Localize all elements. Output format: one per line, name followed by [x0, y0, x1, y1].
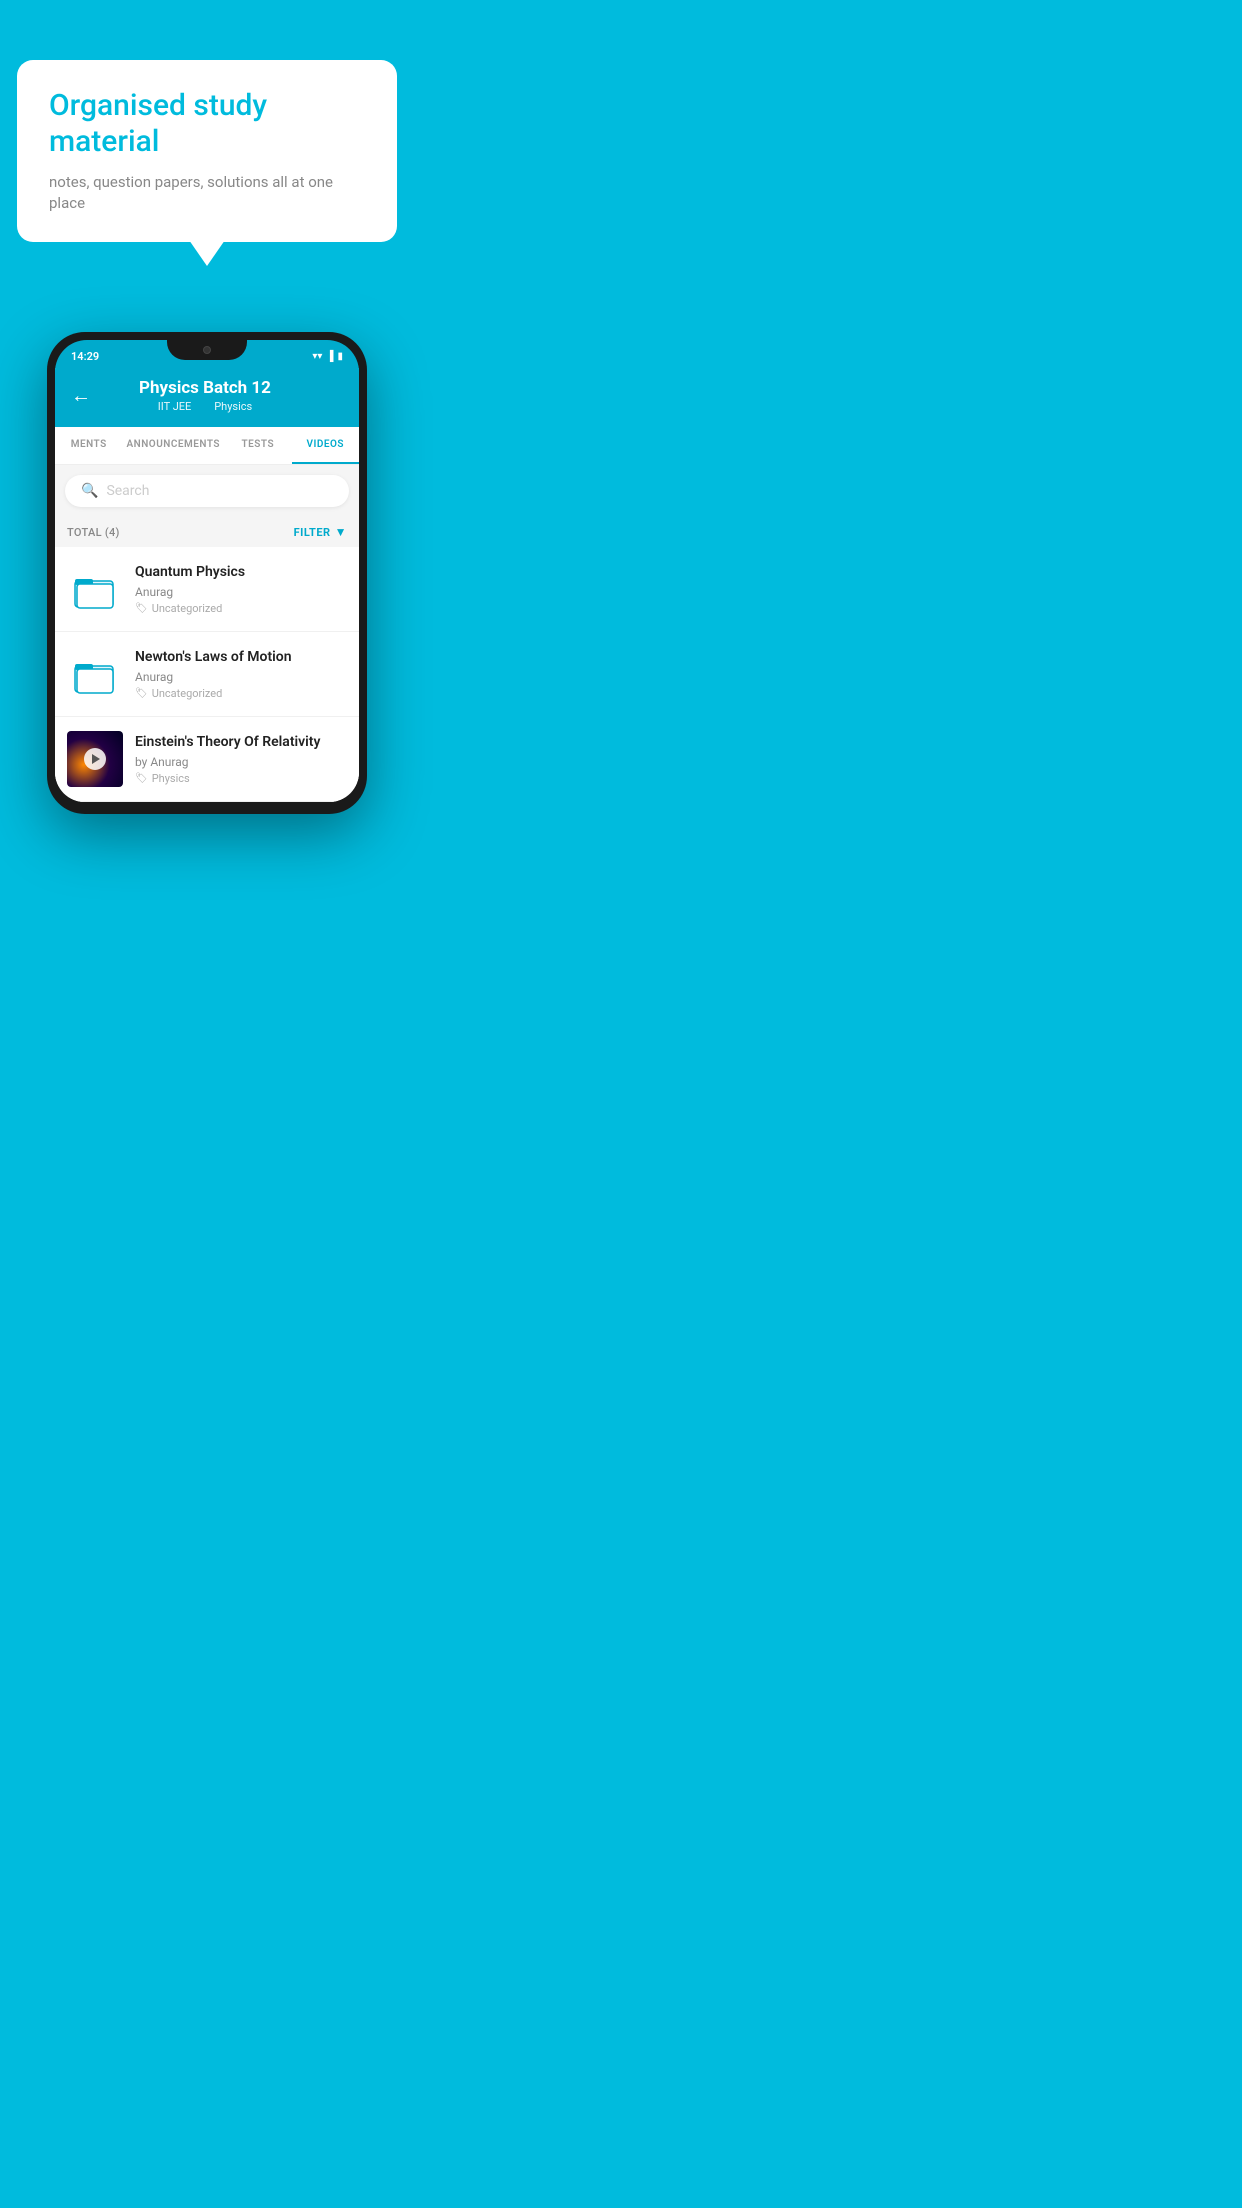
video-list: Quantum Physics Anurag 🏷 Uncategorized [55, 547, 359, 802]
filter-button[interactable]: FILTER ▼ [294, 525, 347, 539]
tag-label-3: Physics [152, 772, 190, 785]
tab-tests[interactable]: TESTS [224, 427, 291, 464]
tag-label-1: Uncategorized [152, 602, 223, 615]
phone-top: 14:29 ▾▾ ▐ ▮ ← Physics Batch 12 IIT JEE … [55, 340, 359, 465]
app-header: ← Physics Batch 12 IIT JEE Physics [55, 368, 359, 427]
status-icons: ▾▾ ▐ ▮ [312, 351, 343, 362]
tag-icon-2: 🏷 [135, 688, 148, 699]
tab-announcements[interactable]: ANNOUNCEMENTS [122, 427, 224, 464]
header-title: Physics Batch 12 [91, 378, 319, 398]
camera-dot [203, 346, 211, 354]
back-button[interactable]: ← [71, 383, 91, 408]
status-bar: 14:29 ▾▾ ▐ ▮ [55, 340, 359, 368]
video-tag-1: 🏷 Uncategorized [135, 602, 347, 615]
app-content: 🔍 Search TOTAL (4) FILTER ▼ [55, 465, 359, 802]
video-tag-2: 🏷 Uncategorized [135, 687, 347, 700]
bubble-subtitle: notes, question papers, solutions all at… [49, 172, 365, 214]
play-triangle-icon [92, 754, 100, 764]
signal-icon: ▐ [326, 351, 333, 362]
video-info-1: Quantum Physics Anurag 🏷 Uncategorized [135, 563, 347, 614]
header-subtitle: IIT JEE Physics [91, 400, 319, 413]
header-center: Physics Batch 12 IIT JEE Physics [91, 378, 319, 413]
notch [167, 340, 247, 360]
folder-thumb-1 [67, 561, 123, 617]
list-item[interactable]: Einstein's Theory Of Relativity by Anura… [55, 717, 359, 802]
battery-icon: ▮ [337, 351, 343, 362]
play-button-3[interactable] [84, 748, 106, 770]
search-input-placeholder: Search [106, 483, 149, 499]
list-item[interactable]: Quantum Physics Anurag 🏷 Uncategorized [55, 547, 359, 632]
video-title-2: Newton's Laws of Motion [135, 648, 347, 666]
header-tag-iit: IIT JEE [158, 400, 191, 413]
status-time: 14:29 [71, 350, 99, 363]
video-tag-3: 🏷 Physics [135, 772, 347, 785]
video-info-3: Einstein's Theory Of Relativity by Anura… [135, 733, 347, 784]
folder-icon-2 [73, 652, 117, 696]
wifi-icon: ▾▾ [312, 351, 322, 362]
filter-row: TOTAL (4) FILTER ▼ [55, 517, 359, 547]
tab-videos[interactable]: VIDEOS [292, 427, 359, 464]
video-title-3: Einstein's Theory Of Relativity [135, 733, 347, 751]
video-thumbnail-3 [67, 731, 123, 787]
thumb-background-3 [67, 731, 123, 787]
search-icon: 🔍 [81, 483, 98, 499]
tabs: MENTS ANNOUNCEMENTS TESTS VIDEOS [55, 427, 359, 465]
phone-frame: 14:29 ▾▾ ▐ ▮ ← Physics Batch 12 IIT JEE … [47, 332, 367, 814]
header-row: ← Physics Batch 12 IIT JEE Physics [71, 378, 343, 413]
search-bar[interactable]: 🔍 Search [65, 475, 349, 507]
header-tag-physics: Physics [214, 400, 252, 413]
list-item[interactable]: Newton's Laws of Motion Anurag 🏷 Uncateg… [55, 632, 359, 717]
video-author-1: Anurag [135, 585, 347, 599]
video-title-1: Quantum Physics [135, 563, 347, 581]
filter-label: FILTER [294, 526, 331, 539]
video-author-2: Anurag [135, 670, 347, 684]
speech-bubble: Organised study material notes, question… [17, 60, 397, 242]
tag-icon-3: 🏷 [135, 773, 148, 784]
tag-icon-1: 🏷 [135, 603, 148, 614]
filter-icon: ▼ [335, 525, 347, 539]
speech-bubble-wrapper: Organised study material notes, question… [17, 60, 397, 242]
tab-ments[interactable]: MENTS [55, 427, 122, 464]
total-count: TOTAL (4) [67, 526, 120, 539]
folder-icon-1 [73, 567, 117, 611]
video-author-3: by Anurag [135, 755, 347, 769]
bubble-title: Organised study material [49, 88, 365, 160]
video-info-2: Newton's Laws of Motion Anurag 🏷 Uncateg… [135, 648, 347, 699]
tag-label-2: Uncategorized [152, 687, 223, 700]
folder-thumb-2 [67, 646, 123, 702]
